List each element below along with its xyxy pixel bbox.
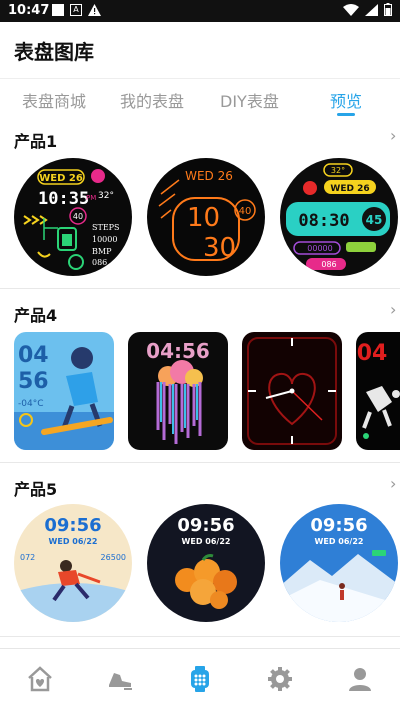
watch-face-card[interactable]: WED 26 10 30 40: [147, 158, 265, 276]
face-steps-label: STEPS: [92, 223, 120, 232]
face-steps: 10000: [92, 235, 117, 244]
face-date: WED 06/22: [182, 537, 231, 546]
notification-square-icon: [52, 4, 64, 16]
face-day: WED 26: [39, 173, 83, 184]
face-right-value: 26500: [101, 553, 126, 562]
face-bmp-label: BMP: [92, 247, 112, 256]
face-badge: 45: [366, 213, 383, 227]
section-title-product4: 产品4: [14, 306, 58, 325]
tab-watch-store[interactable]: 表盘商城: [22, 88, 86, 112]
notification-a-icon: A: [70, 4, 82, 16]
home-icon: [28, 666, 52, 692]
warning-icon: [88, 4, 101, 16]
status-bar: 10:47 A: [0, 0, 400, 22]
face-hr: 086: [321, 260, 336, 269]
tab-my-watch-faces[interactable]: 我的表盘: [120, 88, 184, 112]
watch-face-oranges: 09:56 WED 06/22: [147, 504, 265, 622]
section-divider: [0, 462, 400, 463]
chevron-right-icon[interactable]: ›: [390, 474, 396, 493]
face-time: 08:30: [298, 211, 349, 231]
nav-settings[interactable]: [260, 659, 300, 699]
watch-face-card[interactable]: 09:56 WED 06/22 072 26500: [14, 504, 132, 622]
face-minute: 30: [203, 233, 236, 263]
watch-face-card[interactable]: [242, 332, 342, 450]
signal-icon: [365, 3, 378, 16]
user-icon: [349, 668, 371, 691]
face-time: 09:56: [177, 515, 234, 536]
watch-face-card[interactable]: 09:56 WED 06/22: [147, 504, 265, 622]
nav-sport[interactable]: [100, 659, 140, 699]
nav-profile[interactable]: [340, 659, 380, 699]
app-header: 表盘图库: [0, 22, 400, 78]
section-title-product1: 产品1: [14, 132, 58, 151]
page-title: 表盘图库: [14, 40, 94, 64]
watch-face-card[interactable]: 04 56 -04°C: [14, 332, 114, 450]
gear-icon: [268, 667, 292, 691]
watch-face-card[interactable]: 32° WED 26 08:30 45 00000 086: [280, 158, 398, 276]
watch-icon: [191, 666, 209, 692]
face-left-value: 072: [20, 553, 35, 562]
watch-face-card[interactable]: 04: [356, 332, 400, 450]
watch-face-orange-line: WED 26 10 30 40: [147, 158, 265, 276]
face-badge: 40: [73, 212, 83, 221]
face-hour: 04: [18, 343, 49, 368]
nav-watch-faces[interactable]: [180, 659, 220, 699]
face-temp: 32°: [98, 191, 114, 201]
face-day: WED 26: [330, 184, 369, 194]
watch-face-colorful-digital: 32° WED 26 08:30 45 00000 086: [280, 158, 398, 276]
watch-face-astronaut: 04: [356, 332, 400, 450]
face-day: WED 26: [185, 169, 233, 183]
watch-face-gallery: 产品1 › WED 26 10:35 PM 32° 40 STEPS 10000…: [0, 120, 400, 648]
face-minute: 56: [18, 369, 49, 394]
watch-face-skater: 09:56 WED 06/22 072 26500: [14, 504, 132, 622]
face-steps: 00000: [307, 244, 332, 253]
section-divider: [0, 288, 400, 289]
notification-icons: A: [52, 4, 101, 16]
system-icons: [343, 3, 392, 16]
running-shoe-icon: [109, 673, 132, 690]
bottom-navigation: [0, 648, 400, 713]
watch-face-card[interactable]: 09:56 WED 06/22: [280, 504, 398, 622]
active-tab-indicator: [337, 113, 355, 116]
face-temp: -04°C: [18, 399, 43, 409]
section-divider: [0, 636, 400, 637]
watch-face-surfer: 04 56 -04°C: [14, 332, 114, 450]
watch-face-dripping-cloud: 04:56: [128, 332, 228, 450]
face-temp: 32°: [331, 166, 345, 175]
face-time: 09:56: [44, 515, 101, 536]
tab-diy-watch-face[interactable]: DIY表盘: [220, 88, 279, 112]
face-bmp: 086: [92, 258, 107, 267]
face-date: WED 06/22: [315, 537, 364, 546]
face-time: 04:56: [146, 339, 210, 363]
face-ampm: PM: [86, 194, 96, 202]
watch-face-analog-heart: [242, 332, 342, 450]
tab-bar: 表盘商城 我的表盘 DIY表盘 预览: [0, 78, 400, 121]
status-time: 10:47: [8, 3, 50, 18]
face-badge: 40: [239, 206, 252, 217]
chevron-right-icon[interactable]: ›: [390, 126, 396, 145]
face-time: 09:56: [310, 515, 367, 536]
face-hour: 10: [187, 203, 220, 233]
nav-home[interactable]: [20, 659, 60, 699]
battery-icon: [384, 3, 392, 16]
face-time: 10:35: [38, 189, 89, 209]
wifi-icon: [343, 3, 359, 16]
watch-face-digital-neon: WED 26 10:35 PM 32° 40 STEPS 10000 BMP 0…: [14, 158, 132, 276]
watch-face-card[interactable]: 04:56: [128, 332, 228, 450]
watch-face-mountain-hiker: 09:56 WED 06/22: [280, 504, 398, 622]
chevron-right-icon[interactable]: ›: [390, 300, 396, 319]
face-time: 04: [357, 341, 388, 366]
face-date: WED 06/22: [49, 537, 98, 546]
section-title-product5: 产品5: [14, 480, 58, 499]
watch-face-card[interactable]: WED 26 10:35 PM 32° 40 STEPS 10000 BMP 0…: [14, 158, 132, 276]
tab-preview[interactable]: 预览: [330, 88, 362, 112]
